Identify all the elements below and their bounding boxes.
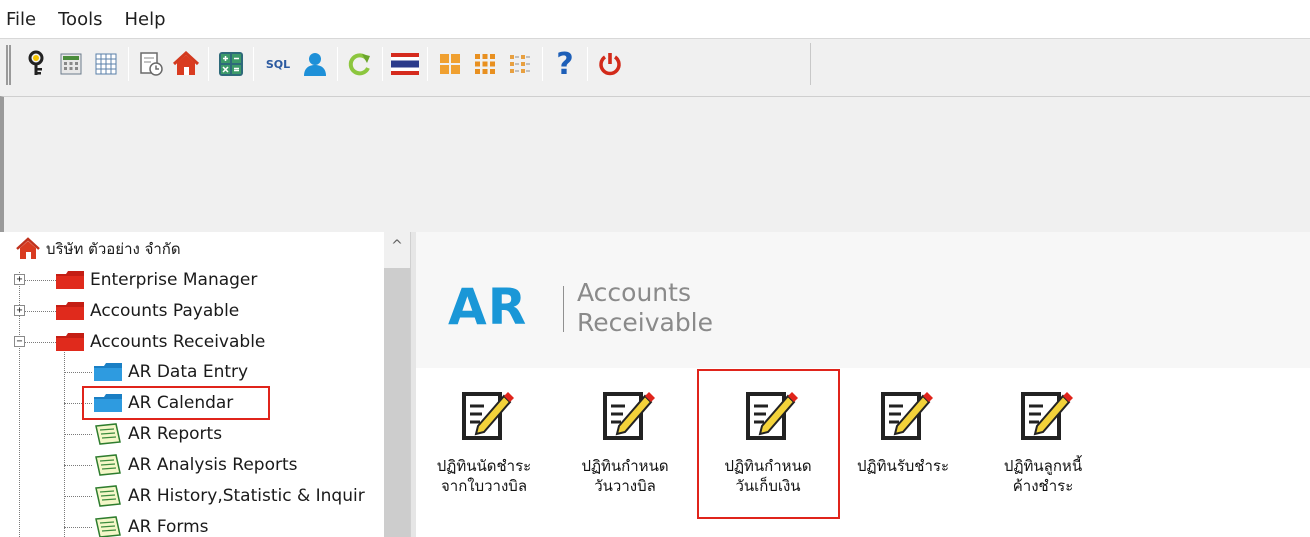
tree-node-enterprise-manager[interactable]: Enterprise Manager [56,265,257,295]
home-icon [16,237,40,259]
icon-label-line1: ปฏิทินรับชำระ [856,457,950,475]
menu-file[interactable]: File [6,9,36,30]
module-title-line1: Accounts [577,278,691,307]
tree-connector [64,352,65,537]
toolbar-separator [382,47,383,81]
content-panel: AR Accounts Receivable ปฏิทินนัดชำระ จาก… [416,232,1310,537]
module-code: AR [448,278,528,336]
tree-node-label: AR Analysis Reports [128,455,298,475]
tile-medium-icon[interactable] [469,48,501,80]
collapse-toggle[interactable]: − [14,336,25,347]
icon-label-line1: ปฏิทินลูกหนี้ [1003,457,1083,475]
tree-node-ar-reports[interactable]: AR Reports [94,419,222,449]
report-icon [95,423,121,445]
folder-red-icon [56,302,84,320]
module-title-line2: Receivable [577,308,714,337]
tree-node-label: Accounts Receivable [90,332,266,352]
toolbar-separator [337,47,338,81]
tree-highlight-box [82,386,270,420]
workspace-blank-area [0,96,1310,232]
grid-icon[interactable] [90,48,122,80]
report-clock-icon[interactable] [135,48,167,80]
tree-node-label: AR History,Statistic & Inquir [128,486,365,506]
tree-node-ar-analysis-reports[interactable]: AR Analysis Reports [94,450,298,480]
icon-label-line1: ปฏิทินนัดชำระ [436,457,532,475]
icon-label-line1: ปฏิทินกำหนด [581,457,669,475]
tree-node-label: AR Forms [128,517,209,537]
report-icon [95,454,121,476]
refresh-icon[interactable] [344,48,376,80]
tree-node-label: Accounts Payable [90,301,240,321]
user-icon[interactable] [299,48,331,80]
scroll-up-arrow[interactable]: ^ [384,238,410,260]
thai-flag-icon[interactable] [389,48,421,80]
notepad-pencil-icon [462,392,514,440]
expand-toggle[interactable]: + [14,274,25,285]
home-icon[interactable] [170,48,202,80]
tree-node-ar-forms[interactable]: AR Forms [94,512,209,537]
toolbar-separator [587,47,588,81]
notepad-pencil-icon [603,392,655,440]
tree-connector [64,434,92,435]
calendar-receipt[interactable]: ปฏิทินรับชำระ [833,382,973,476]
sql-label: SQL [265,57,291,71]
tree-root-label: บริษัท ตัวอย่าง จำกัด [46,240,181,258]
toolbar-grip[interactable] [6,45,11,85]
tree-node-accounts-payable[interactable]: Accounts Payable [56,296,239,326]
tree-scrollbar[interactable]: ^ [384,232,410,537]
icon-label-line2: วันวางบิล [594,477,656,495]
key-icon[interactable] [20,48,52,80]
tile-large-icon[interactable] [434,48,466,80]
app-window: File Tools Help SQL ? บริษัท ตัวอย่าง จำ… [0,0,1310,537]
notepad-pencil-icon [1021,392,1073,440]
tree-node-ar-data-entry[interactable]: AR Data Entry [94,357,248,387]
menu-tools[interactable]: Tools [58,9,102,30]
calendar-outstanding-debtors[interactable]: ปฏิทินลูกหนี้ ค้างชำระ [973,382,1113,496]
folder-red-icon [56,271,84,289]
toolbar-separator [128,47,129,81]
calculator-icon[interactable] [55,48,87,80]
toolbar-separator [542,47,543,81]
report-icon [95,485,121,507]
menu-bar: File Tools Help [0,0,1310,38]
toolbar-separator [208,47,209,81]
tree-connector [64,465,92,466]
sql-icon[interactable]: SQL [260,48,296,80]
help-icon[interactable]: ? [549,46,581,82]
list-view-icon[interactable] [504,48,536,80]
icon-label-line2: ค้างชำระ [1012,477,1074,495]
help-label: ? [556,46,574,82]
tree-node-label: AR Data Entry [128,362,249,382]
calendar-billing-date[interactable]: ปฏิทินกำหนด วันวางบิล [555,382,695,496]
toolbar-buttons: SQL ? [16,43,811,85]
tree-node-ar-history[interactable]: AR History,Statistic & Inquir [94,481,365,511]
icon-label-line2: จากใบวางบิล [440,477,528,495]
menu-help[interactable]: Help [124,9,165,30]
toolbar: SQL ? [0,38,1310,96]
expand-toggle[interactable]: + [14,305,25,316]
calc-ops-icon[interactable] [215,48,247,80]
tree-connector [64,496,92,497]
power-icon[interactable] [594,48,626,80]
notepad-pencil-icon [881,392,933,440]
tree-node-label: AR Reports [128,424,223,444]
tree-node-label: Enterprise Manager [90,270,258,290]
folder-blue-icon [94,363,122,381]
tree-connector [64,527,92,528]
module-header: AR Accounts Receivable [416,232,1310,368]
navigation-tree: บริษัท ตัวอย่าง จำกัด + Enterprise Manag… [14,232,384,537]
calendar-billing-appointment[interactable]: ปฏิทินนัดชำระ จากใบวางบิล [414,382,554,496]
folder-red-icon [56,333,84,351]
report-icon [95,516,121,537]
icon-highlight-box [697,369,840,519]
toolbar-separator [253,47,254,81]
header-divider [563,286,564,332]
tree-root[interactable]: บริษัท ตัวอย่าง จำกัด [16,234,181,264]
tree-connector [64,372,92,373]
tree-node-accounts-receivable[interactable]: Accounts Receivable [56,327,265,357]
scroll-thumb[interactable] [384,268,410,537]
toolbar-separator [427,47,428,81]
